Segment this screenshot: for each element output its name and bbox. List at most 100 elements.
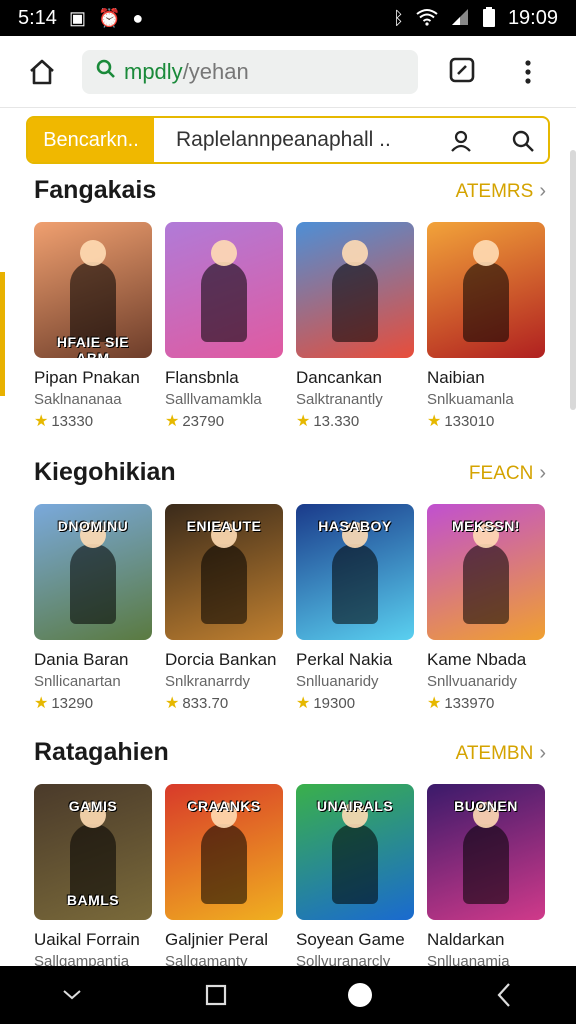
home-button[interactable] [24,54,60,90]
game-thumbnail[interactable]: HFAIE SIE ABM [34,222,152,358]
character-head-art [211,240,237,266]
game-thumbnail[interactable]: BUONEN [427,784,545,920]
app-notification-icon: ● [132,8,144,28]
game-card[interactable]: GAMIS BAMLS Uaikal Forrain Sallgampantia [34,784,152,970]
search-row: Bencarkn.. [26,116,550,164]
game-card[interactable]: ENIEAUTE Dorcia Bankan Snlkranarrdy ★ 833.70 [165,504,283,713]
search-button[interactable] [510,128,536,154]
recents-icon [205,984,227,1006]
thumbnail-art-text: HFAIE SIE ABM [56,334,130,358]
game-thumbnail[interactable] [165,222,283,358]
status-time-right: 19:09 [507,6,558,29]
game-card[interactable]: CRAANKS Galjnier Peral Sallgamanty [165,784,283,970]
game-thumbnail[interactable]: MEKSSN! [427,504,545,640]
star-icon: ★ [165,413,180,430]
wifi-icon [416,8,438,29]
game-thumbnail[interactable]: CRAANKS [165,784,283,920]
rating-value: 13290 [51,694,94,712]
chevron-right-icon: › [539,462,546,484]
game-title: Soyean Game [296,930,405,949]
character-head-art [473,240,499,266]
card-row: DNOMINU Dania Baran Snllicanartan ★ 13290 ENI… [34,504,545,713]
game-thumbnail[interactable] [296,222,414,358]
section-more-link[interactable]: ATEMBN › [456,742,546,765]
game-subtitle: Snlluanaridy [296,673,379,690]
thumbnail-art-text: HASABOY [318,518,392,534]
thumbnail-art-text: MEKSSN! [451,518,521,534]
game-card[interactable]: DNOMINU Dania Baran Snllicanartan ★ 13290 [34,504,152,713]
game-rating: ★ 13330 [34,411,152,431]
section-more-link[interactable]: ATEMRS › [456,180,546,203]
character-figure-art [70,544,116,624]
thumbnail-art-text: UNAIRALS [316,798,394,814]
game-rating: ★ 133010 [427,411,545,431]
search-input[interactable] [174,127,448,153]
rating-value: 133010 [444,412,495,430]
status-time-left: 5:14 [18,6,57,29]
game-title: Perkal Nakia [296,650,393,669]
character-figure-art [332,262,378,342]
section-more-label: ATEMRS [455,180,534,202]
section-title: Ratagahien [34,738,169,766]
rating-value: 13330 [51,412,94,430]
game-card[interactable]: HFAIE SIE ABM Pipan Pnakan Saklnananaa ★ 133… [34,222,152,431]
game-thumbnail[interactable]: ENIEAUTE [165,504,283,640]
game-card[interactable]: UNAIRALS Soyean Game Sollvuranarcly [296,784,414,970]
card-row: GAMIS BAMLS Uaikal Forrain Sallgampantia CRA… [34,784,545,970]
game-card[interactable]: MEKSSN! Kame Nbada Snllvuanaridy ★ 133970 [427,504,545,713]
nav-back-button[interactable] [484,975,524,1015]
url-host: mpdly [124,59,183,84]
back-icon [497,983,510,1007]
nav-home-button[interactable] [340,975,380,1015]
alarm-icon: ⏰ [97,8,121,28]
game-subtitle: Snlkranarrdy [165,673,251,690]
game-thumbnail[interactable]: GAMIS BAMLS [34,784,152,920]
character-head-art [80,240,106,266]
thumbnail-art-text-2: BAMLS [66,892,120,908]
person-search-icon [451,130,471,152]
user-search-button[interactable] [448,128,474,154]
game-thumbnail[interactable]: UNAIRALS [296,784,414,920]
overflow-menu-button[interactable] [514,56,542,88]
game-subtitle: Saklnananaa [34,391,122,408]
signal-icon [450,8,470,29]
character-figure-art [201,824,247,904]
rating-value: 833.70 [182,694,229,712]
game-card[interactable]: HASABOY Perkal Nakia Snlluanaridy ★ 19300 [296,504,414,713]
browser-toolbar: mpdly/yehan [0,36,576,108]
character-figure-art [463,824,509,904]
game-title: Kame Nbada [427,650,527,669]
game-card[interactable]: Dancankan Salktranantly ★ 13.330 [296,222,414,431]
character-figure-art [70,262,116,342]
game-rating: ★ 23790 [165,411,283,431]
section: Fangakais ATEMRS › HFAIE SIE ABM Pipan Pnaka… [0,176,576,456]
game-title: Galjnier Peral [165,930,268,949]
star-icon: ★ [34,695,49,712]
section-more-link[interactable]: FEACN › [469,462,546,485]
nav-recents-button[interactable] [196,975,236,1015]
url-bar[interactable]: mpdly/yehan [82,50,418,94]
rating-value: 23790 [182,412,225,430]
tabs-icon [449,57,475,83]
game-thumbnail[interactable]: DNOMINU [34,504,152,640]
game-card[interactable]: Naibian Snlkuamanla ★ 133010 [427,222,545,431]
game-thumbnail[interactable]: HASABOY [296,504,414,640]
nav-down-button[interactable] [52,975,92,1015]
game-title: Naibian [427,368,485,387]
battery-icon [482,6,496,30]
character-figure-art [201,262,247,342]
game-rating: ★ 13.330 [296,411,414,431]
rating-value: 13.330 [313,412,360,430]
game-rating: ★ 19300 [296,693,414,713]
tabs-button[interactable] [446,54,478,86]
game-thumbnail[interactable] [427,222,545,358]
chevron-right-icon: › [539,742,546,764]
thumbnail-art-text: CRAANKS [187,798,261,814]
game-card[interactable]: Flansbnla Salllvamamkla ★ 23790 [165,222,283,431]
search-icon [512,130,534,152]
section-title: Fangakais [34,176,157,204]
game-card[interactable]: BUONEN Naldarkan Snlluanamia [427,784,545,970]
more-vert-icon [525,60,531,84]
search-category-tag[interactable]: Bencarkn.. [28,118,154,162]
section-title: Kiegohikian [34,458,176,486]
